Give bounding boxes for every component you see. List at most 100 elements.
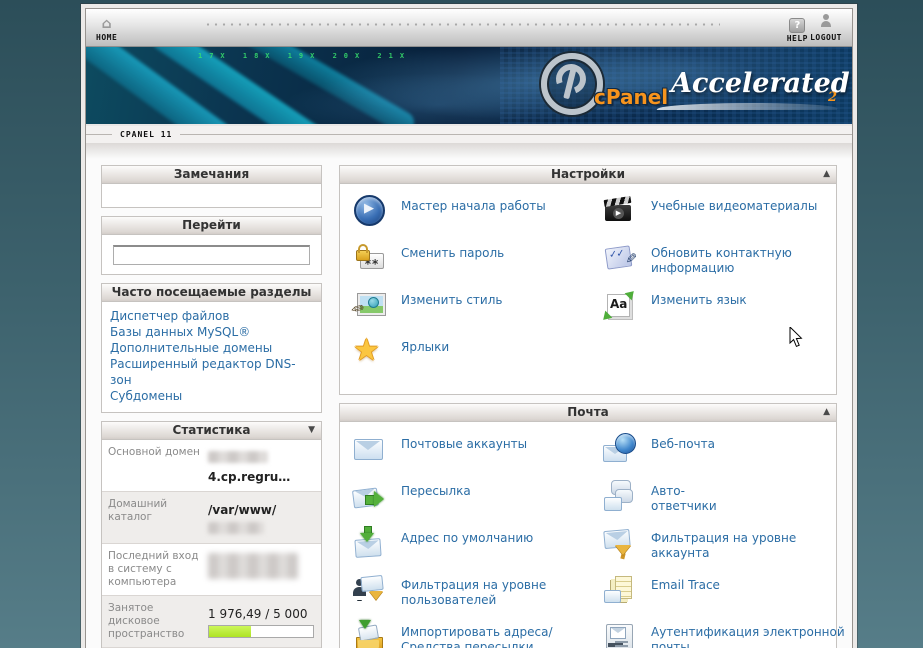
top-bar: ⌂ HOME ? HELP LOGOUT	[86, 9, 852, 47]
shortcuts-icon	[352, 335, 388, 369]
redacted-value	[208, 553, 298, 579]
edition-sub-text: 2	[828, 90, 837, 105]
import-addresses-icon	[352, 620, 388, 648]
feature-item[interactable]: Сменить пароль	[352, 241, 602, 288]
feature-item[interactable]: Импортировать адреса/ Средства пересылки	[352, 620, 602, 648]
feature-link[interactable]: Обновить контактную информацию	[651, 241, 792, 276]
feature-item[interactable]: Почтовые аккаунты	[352, 432, 602, 479]
edition-text: Accelerated	[671, 68, 850, 99]
settings-title: Настройки	[551, 167, 625, 181]
stats-header: Статистика ▼	[102, 422, 321, 440]
frequent-links-list: Диспетчер файловБазы данных MySQL®Дополн…	[102, 302, 321, 412]
feature-link[interactable]: Email Trace	[651, 573, 720, 593]
email-accounts-icon	[352, 432, 388, 466]
feature-link[interactable]: Адрес по умолчанию	[401, 526, 533, 546]
frequent-header: Часто посещаемые разделы	[102, 284, 321, 302]
notices-header: Замечания	[102, 166, 321, 184]
find-header: Перейти	[102, 217, 321, 235]
feature-link[interactable]: Учебные видеоматериалы	[651, 194, 817, 214]
feature-link[interactable]: Пересылка	[401, 479, 471, 499]
feature-link[interactable]: Сменить пароль	[401, 241, 504, 261]
autoresponders-icon	[602, 479, 638, 513]
collapse-down-icon[interactable]: ▼	[308, 422, 315, 439]
collapse-up-icon[interactable]: ▲	[823, 404, 830, 421]
cpanel-version-label: CPANEL 11	[112, 130, 180, 139]
logout-button[interactable]: LOGOUT	[810, 13, 842, 42]
logo-swoosh	[657, 103, 842, 110]
frequent-link[interactable]: Базы данных MySQL®	[110, 324, 313, 340]
stat-label: Основной домен	[108, 446, 208, 485]
logout-icon	[819, 14, 833, 28]
redacted-value	[208, 451, 268, 463]
email-authentication-icon	[602, 620, 638, 648]
feature-item[interactable]: Мастер начала работы	[352, 194, 602, 241]
feature-link[interactable]: Веб-почта	[651, 432, 715, 452]
feature-link[interactable]: Аутентификация электронной почты	[651, 620, 845, 648]
frequent-link[interactable]: Дополнительные домены	[110, 340, 313, 356]
usage-bar	[208, 625, 314, 638]
frequent-link[interactable]: Расширенный редактор DNS-зон	[110, 356, 313, 388]
stat-row: Занятое дисковое пространство1 976,49 / …	[102, 595, 321, 647]
feature-item[interactable]: Аутентификация электронной почты	[602, 620, 850, 648]
frequent-link[interactable]: Диспетчер файлов	[110, 308, 313, 324]
stats-rows: Основной домен4.cp.regru…Домашний катало…	[102, 440, 321, 648]
getting-started-wizard-icon	[352, 194, 388, 228]
feature-item[interactable]: Ярлыки	[352, 335, 602, 382]
stats-title: Статистика	[173, 423, 251, 437]
brand-text: cPanel	[594, 85, 668, 109]
feature-item[interactable]: Пересылка	[352, 479, 602, 526]
feature-link[interactable]: Фильтрация на уровне пользователей	[401, 573, 546, 608]
stat-value: /var/www/	[208, 503, 276, 517]
home-icon: ⌂	[102, 17, 112, 31]
feature-link[interactable]: Изменить язык	[651, 288, 747, 308]
change-style-icon	[352, 288, 388, 322]
feature-item[interactable]: Фильтрация на уровне пользователей	[352, 573, 602, 620]
collapse-up-icon[interactable]: ▲	[823, 166, 830, 183]
sidebar: Замечания Перейти Часто посещаемые разде…	[101, 165, 322, 648]
feature-item[interactable]: Адрес по умолчанию	[352, 526, 602, 573]
feature-item[interactable]: Учебные видеоматериалы	[602, 194, 850, 241]
find-box: Перейти	[101, 216, 322, 275]
change-language-icon	[602, 288, 638, 322]
cpanel-logo: cPanel Accelerated 2	[541, 52, 846, 118]
redacted-value	[208, 522, 264, 534]
settings-items: Мастер начала работы Учебные видеоматериа…	[340, 184, 836, 394]
notices-body	[102, 184, 321, 207]
stats-box: Статистика ▼ Основной домен4.cp.regru…До…	[101, 421, 322, 648]
stat-label: Последний вход в систему с компьютера	[108, 550, 208, 589]
default-address-icon	[352, 526, 388, 560]
stat-row: Основной домен4.cp.regru…	[102, 440, 321, 491]
help-button[interactable]: ? HELP	[787, 13, 808, 43]
feature-item[interactable]: Обновить контактную информацию	[602, 241, 850, 288]
feature-item[interactable]: Авто- ответчики	[602, 479, 850, 526]
cpanel-banner: 17X 18X 19X 20X 21X cPanel Accelerated 2	[86, 47, 852, 126]
feature-link[interactable]: Фильтрация на уровне аккаунта	[651, 526, 846, 561]
feature-link[interactable]: Ярлыки	[401, 335, 449, 355]
feature-item[interactable]: Изменить стиль	[352, 288, 602, 335]
stat-value-area: 4.cp.regru…	[208, 446, 315, 485]
feature-item[interactable]: Изменить язык	[602, 288, 850, 335]
mail-title: Почта	[567, 405, 609, 419]
banner-ticks-text: 17X 18X 19X 20X 21X	[198, 52, 411, 60]
feature-link[interactable]: Импортировать адреса/ Средства пересылки	[401, 620, 553, 648]
find-input[interactable]	[113, 245, 310, 265]
update-contact-info-icon	[602, 241, 638, 275]
cpanel-window: ⌂ HOME ? HELP LOGOUT 17X 18X 19X 20X 21X…	[85, 8, 853, 648]
account-level-filtering-icon	[602, 526, 638, 560]
stat-value-area: 1 976,49 / 5 000	[208, 602, 315, 641]
feature-link[interactable]: Изменить стиль	[401, 288, 502, 308]
feature-link[interactable]: Авто- ответчики	[651, 479, 717, 514]
usage-bar-fill	[209, 626, 251, 637]
frequent-box: Часто посещаемые разделы Диспетчер файло…	[101, 283, 322, 413]
feature-item[interactable]: Фильтрация на уровне аккаунта	[602, 526, 850, 573]
frequent-link[interactable]: Субдомены	[110, 388, 313, 404]
home-button[interactable]: ⌂ HOME	[96, 13, 117, 42]
feature-link[interactable]: Мастер начала работы	[401, 194, 546, 214]
stat-label: Занятое дисковое пространство	[108, 602, 208, 641]
change-password-icon	[352, 241, 388, 275]
stat-value-area	[208, 550, 315, 589]
feature-item[interactable]: Веб-почта	[602, 432, 850, 479]
feature-item[interactable]: Email Trace	[602, 573, 850, 620]
feature-link[interactable]: Почтовые аккаунты	[401, 432, 527, 452]
help-icon: ?	[789, 18, 805, 33]
